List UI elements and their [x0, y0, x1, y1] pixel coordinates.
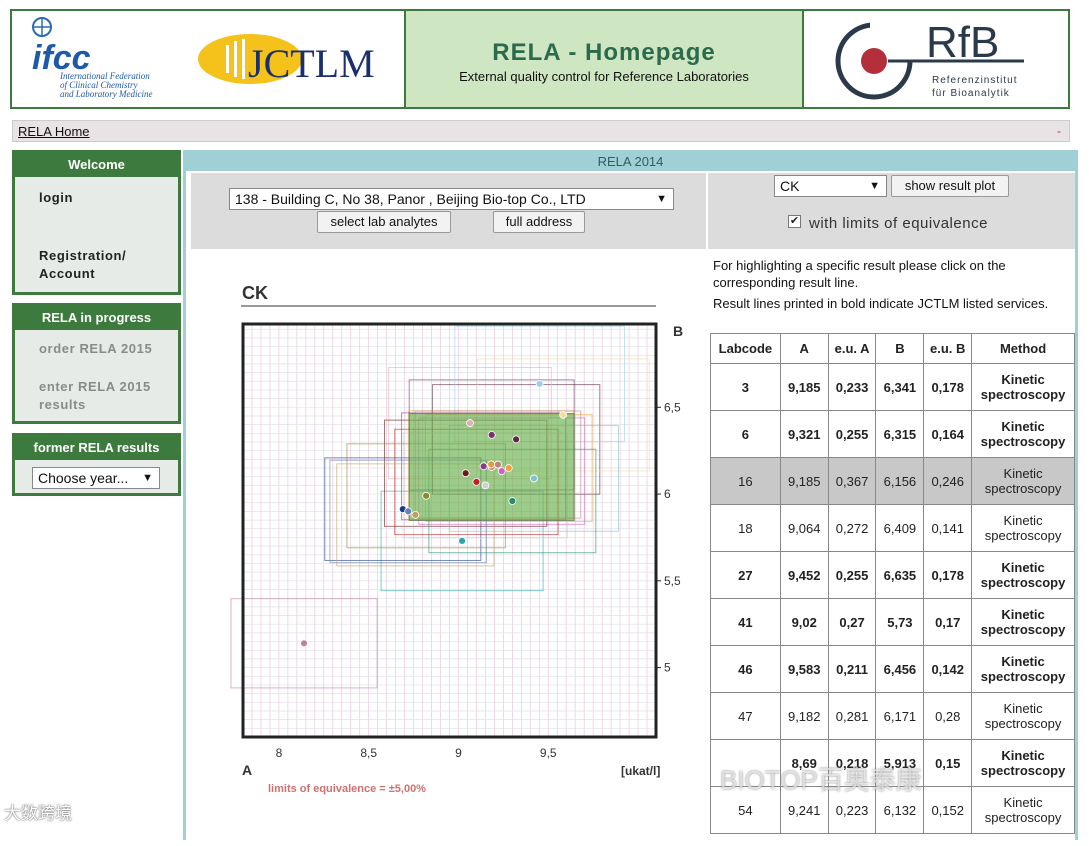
data-point [404, 507, 413, 516]
limits-label: with limits of equivalence [809, 215, 988, 232]
equivalence-boxes [230, 325, 650, 689]
nav-home-link[interactable]: RELA Home [18, 124, 90, 139]
table-row-highlighted[interactable]: 16 9,185 0,367 6,156 0,246 Kinetic spectrosco… [710, 457, 1075, 505]
data-point [466, 419, 474, 427]
page-subtitle: External quality control for Reference L… [459, 69, 749, 84]
page-title: RELA - Homepage [492, 39, 716, 66]
nav-collapse[interactable]: - [1057, 124, 1061, 138]
y-tick-label: 5,5 [664, 574, 681, 588]
sidebar-former: former RELA results Choose year... ▼ [12, 433, 181, 496]
help-bold: Result lines printed in bold indicate JC… [713, 296, 1049, 311]
results-table: Labcode A e.u. A B e.u. B Method 3 9,185 0… [710, 333, 1075, 834]
registration-link[interactable]: Registration/ Account [39, 247, 159, 283]
sidebar-former-title: former RELA results [15, 436, 178, 460]
data-point [535, 379, 544, 388]
data-point [497, 467, 506, 476]
chart-title: CK [242, 283, 268, 303]
y-tick-label: 6 [664, 487, 671, 501]
select-analytes-button[interactable]: select lab analytes [317, 211, 451, 233]
data-point [504, 464, 513, 472]
data-point [472, 478, 481, 486]
x-axis-label: A [242, 762, 252, 778]
ifcc-jctlm-logos: ifcc International Federation of Clinica… [32, 17, 375, 99]
data-point [422, 491, 431, 500]
sidebar-progress: RELA in progress order RELA 2015 enter R… [12, 303, 181, 424]
header-title-panel: RELA - Homepage External quality control… [404, 11, 804, 107]
x-tick-label: 8,5 [360, 746, 377, 760]
sidebar-progress-title: RELA in progress [15, 306, 178, 330]
table-row[interactable]: 6 9,321 0,255 6,315 0,164 Kinetic spectroscop… [710, 410, 1075, 458]
data-point [481, 481, 490, 490]
data-point [512, 435, 521, 444]
data-point [487, 430, 496, 439]
x-tick-label: 9,5 [540, 746, 557, 760]
data-point [458, 537, 466, 545]
col-eub: e.u. B [923, 333, 973, 364]
table-row[interactable]: 3 9,185 0,233 6,341 0,178 Kinetic spectroscop… [710, 363, 1075, 411]
site-header: ifcc International Federation of Clinica… [10, 9, 1070, 109]
analyte-select[interactable]: CK ▼ [774, 175, 887, 197]
year-select[interactable]: Choose year... ▼ [32, 467, 160, 489]
full-address-button[interactable]: full address [493, 211, 585, 233]
enter-rela-link[interactable]: enter RELA 2015 results [39, 378, 179, 414]
x-tick-label: 9 [455, 746, 462, 760]
plot-controls: CK ▼ show result plot ✔ with limits of e… [708, 173, 1075, 249]
result-plot: CK 8 8,5 9 9,5 5 5,5 6 6,5 B A [ukat/l] limits … [191, 253, 706, 843]
table-row[interactable]: 27 9,452 0,255 6,635 0,178 Kinetic spectrosco… [710, 551, 1075, 599]
table-row[interactable]: 46 9,583 0,211 6,456 0,142 Kinetic spectrosco… [710, 645, 1075, 693]
chevron-down-icon: ▼ [656, 193, 667, 205]
order-rela-link[interactable]: order RELA 2015 [39, 340, 178, 358]
limits-checkbox[interactable]: ✔ [788, 215, 801, 228]
data-point [487, 460, 496, 469]
rfb-logo: RfB Referenzinstitut für Bioanalytik [804, 11, 1068, 107]
col-method: Method [971, 333, 1075, 364]
show-plot-button[interactable]: show result plot [891, 175, 1009, 197]
table-row[interactable]: 18 9,064 0,272 6,409 0,141 Kinetic spectrosco… [710, 504, 1075, 552]
jctlm-logo-text: JCTLM [248, 41, 375, 86]
partner-logos: ifcc International Federation of Clinica… [12, 11, 404, 107]
breadcrumb: RELA Home - [12, 120, 1070, 142]
data-point [559, 411, 568, 419]
help-text: For highlighting a specific result pleas… [713, 257, 1058, 312]
x-tick-label: 8 [276, 746, 283, 760]
rfb-logo-text: RfB [926, 18, 999, 67]
table-row[interactable]: 41 9,02 0,27 5,73 0,17 Kinetic spectroscopy [710, 598, 1075, 646]
data-point [479, 462, 488, 471]
data-point [411, 510, 420, 519]
main-panel: RELA 2014 138 - Building C, No 38, Panor… [183, 150, 1078, 840]
chevron-down-icon: ▼ [142, 472, 153, 484]
col-eua: e.u. A [827, 333, 877, 364]
chevron-down-icon: ▼ [869, 180, 880, 192]
svg-text:and Laboratory Medicine: and Laboratory Medicine [60, 89, 153, 99]
y-tick-label: 5 [664, 661, 671, 675]
data-point [529, 474, 538, 483]
col-labcode: Labcode [710, 333, 781, 364]
col-a: A [779, 333, 829, 364]
svg-text:für Bioanalytik: für Bioanalytik [932, 88, 1010, 99]
svg-text:Referenzinstitut: Referenzinstitut [932, 75, 1017, 86]
data-point [494, 460, 502, 469]
section-title: RELA 2014 [186, 153, 1075, 171]
watermark-right: BIOTOP百奥泰康 [720, 765, 922, 795]
col-b: B [875, 333, 925, 364]
scatter-plot: CK 8 8,5 9 9,5 5 5,5 6 6,5 B A [ukat/l] limits … [230, 283, 683, 795]
login-link[interactable]: login [39, 189, 178, 207]
lab-select[interactable]: 138 - Building C, No 38, Panor , Beijing… [229, 188, 674, 210]
data-point [508, 497, 517, 505]
y-axis-label: B [673, 323, 683, 339]
help-highlight: For highlighting a specific result pleas… [713, 258, 1006, 290]
y-tick-label: 6,5 [664, 400, 681, 414]
sidebar-welcome-title: Welcome [15, 153, 178, 177]
unit-label: [ukat/l] [621, 764, 660, 778]
lab-controls: 138 - Building C, No 38, Panor , Beijing… [191, 173, 706, 249]
data-point [300, 639, 308, 648]
watermark-left: 大数跨境 [4, 804, 72, 823]
table-row[interactable]: 47 9,182 0,281 6,171 0,28 Kinetic spectroscop… [710, 692, 1075, 740]
limits-footnote: limits of equivalence = ±5,00% [268, 783, 426, 795]
sidebar-welcome: Welcome login Registration/ Account [12, 150, 181, 295]
data-point [461, 469, 470, 478]
